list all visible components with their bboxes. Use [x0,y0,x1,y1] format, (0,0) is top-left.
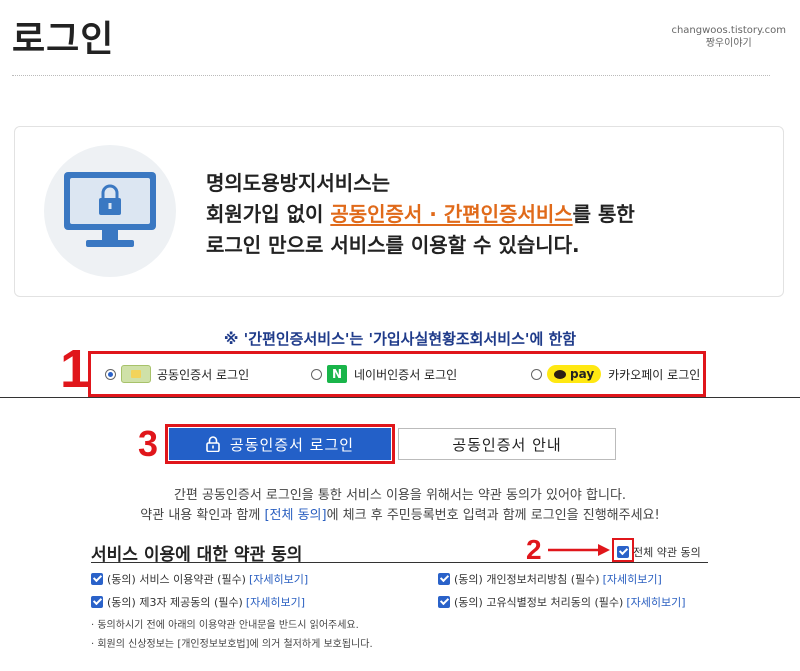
info-line-2: 회원가입 없이 공동인증서 · 간편인증서비스를 통한 [206,199,635,230]
info-line-1: 명의도용방지서비스는 [206,171,390,195]
term-privacy-checkbox[interactable] [438,573,450,585]
info-line-2-pre: 회원가입 없이 [206,202,331,226]
agree-all-label: 전체 약관 동의 [633,546,701,559]
term-item-privacy[interactable]: (동의) 개인정보처리방침 (필수) [자세히보기] [438,571,662,587]
annotation-arrow-icon [548,544,610,556]
term-unique-id-checkbox[interactable] [438,596,450,608]
annotation-number-1: 1 [60,339,91,399]
terms-description-1: 간편 공동인증서 로그인을 통한 서비스 이용을 위해서는 약관 동의가 있어야… [173,488,627,503]
radio-kakao[interactable] [531,368,542,380]
kakaopay-badge-text: pay [570,367,595,381]
locked-monitor-icon [64,172,156,247]
watermark: changwoos.tistory.com 짱우이야기 [671,24,786,50]
term-item-unique-id[interactable]: (동의) 고유식별정보 처리동의 (필수) [자세히보기] [438,594,686,610]
terms-section-rule [91,562,708,563]
info-line-3: 로그인 만으로 서비스를 이용할 수 있습니다. [206,233,580,257]
annotation-number-2: 2 [526,534,542,565]
term-third-party-view-link[interactable]: [자세히보기] [246,594,305,610]
login-option-cert-label: 공동인증서 로그인 [157,367,250,382]
login-option-naver-label: 네이버인증서 로그인 [354,367,458,382]
term-unique-id-view-link[interactable]: [자세히보기] [626,594,685,610]
login-option-cert[interactable]: 공동인증서 로그인 [105,365,249,383]
login-method-options: 공동인증서 로그인 N 네이버인증서 로그인 pay 카카오페이 로그인 [91,354,703,396]
term-unique-id-label: (동의) 고유식별정보 처리동의 (필수) [454,596,624,609]
terms-notes: · 동의하시기 전에 아래의 이용약관 안내문을 반드시 읽어주세요. · 회원… [91,616,373,654]
term-third-party-checkbox[interactable] [91,596,103,608]
header-divider [12,75,770,76]
cert-login-button[interactable]: 공동인증서 로그인 [169,428,391,460]
login-option-kakao-label: 카카오페이 로그인 [608,367,701,382]
cert-login-button-label: 공동인증서 로그인 [229,435,355,454]
simple-auth-notice: ※ '간편인증서비스'는 '가입사실현황조회서비스'에 한함 [223,330,577,348]
agree-all-checkbox[interactable] [617,546,629,558]
terms-note-2: · 회원의 신상정보는 [개인정보보호법]에 의거 철저하게 보호됩니다. [91,639,373,650]
terms-description-2: 약관 내용 확인과 함께 [전체 동의]에 체크 후 주민등록번호 입력과 함께… [0,506,800,526]
term-service-checkbox[interactable] [91,573,103,585]
page-title: 로그인 [12,19,115,60]
agree-all-reference: [전체 동의] [264,508,327,523]
term-privacy-label: (동의) 개인정보처리방침 (필수) [454,573,600,586]
terms-description-2-post: 에 체크 후 주민등록번호 입력과 함께 로그인을 진행해주세요! [326,508,660,523]
login-option-naver[interactable]: N 네이버인증서 로그인 [311,365,457,383]
kakaopay-icon: pay [547,365,602,383]
naver-icon: N [327,365,347,383]
info-highlight: 공동인증서 · 간편인증서비스 [330,202,573,226]
radio-naver[interactable] [311,368,322,380]
terms-description-2-pre: 약관 내용 확인과 함께 [140,508,265,523]
info-line-2-post: 를 통한 [572,202,635,226]
info-message: 명의도용방지서비스는 회원가입 없이 공동인증서 · 간편인증서비스를 통한 로… [206,168,635,261]
login-option-kakao[interactable]: pay 카카오페이 로그인 [531,365,700,383]
radio-cert[interactable] [105,368,116,380]
watermark-blog-name: 짱우이야기 [705,38,752,49]
terms-note-1: · 동의하시기 전에 아래의 이용약관 안내문을 반드시 읽어주세요. [91,620,359,631]
lock-icon [206,436,220,452]
agree-all-checkbox-row[interactable]: 전체 약관 동의 [617,544,701,560]
cert-guide-button[interactable]: 공동인증서 안내 [398,428,616,460]
term-service-view-link[interactable]: [자세히보기] [249,571,308,587]
term-third-party-label: (동의) 제3자 제공동의 (필수) [107,596,243,609]
term-item-service[interactable]: (동의) 서비스 이용약관 (필수) [자세히보기] [91,571,308,587]
watermark-url: changwoos.tistory.com [671,25,786,36]
certificate-icon [121,365,151,383]
term-service-label: (동의) 서비스 이용약관 (필수) [107,573,246,586]
section-divider [0,397,800,398]
annotation-number-3: 3 [138,423,159,464]
term-privacy-view-link[interactable]: [자세히보기] [603,571,662,587]
term-item-third-party[interactable]: (동의) 제3자 제공동의 (필수) [자세히보기] [91,594,305,610]
